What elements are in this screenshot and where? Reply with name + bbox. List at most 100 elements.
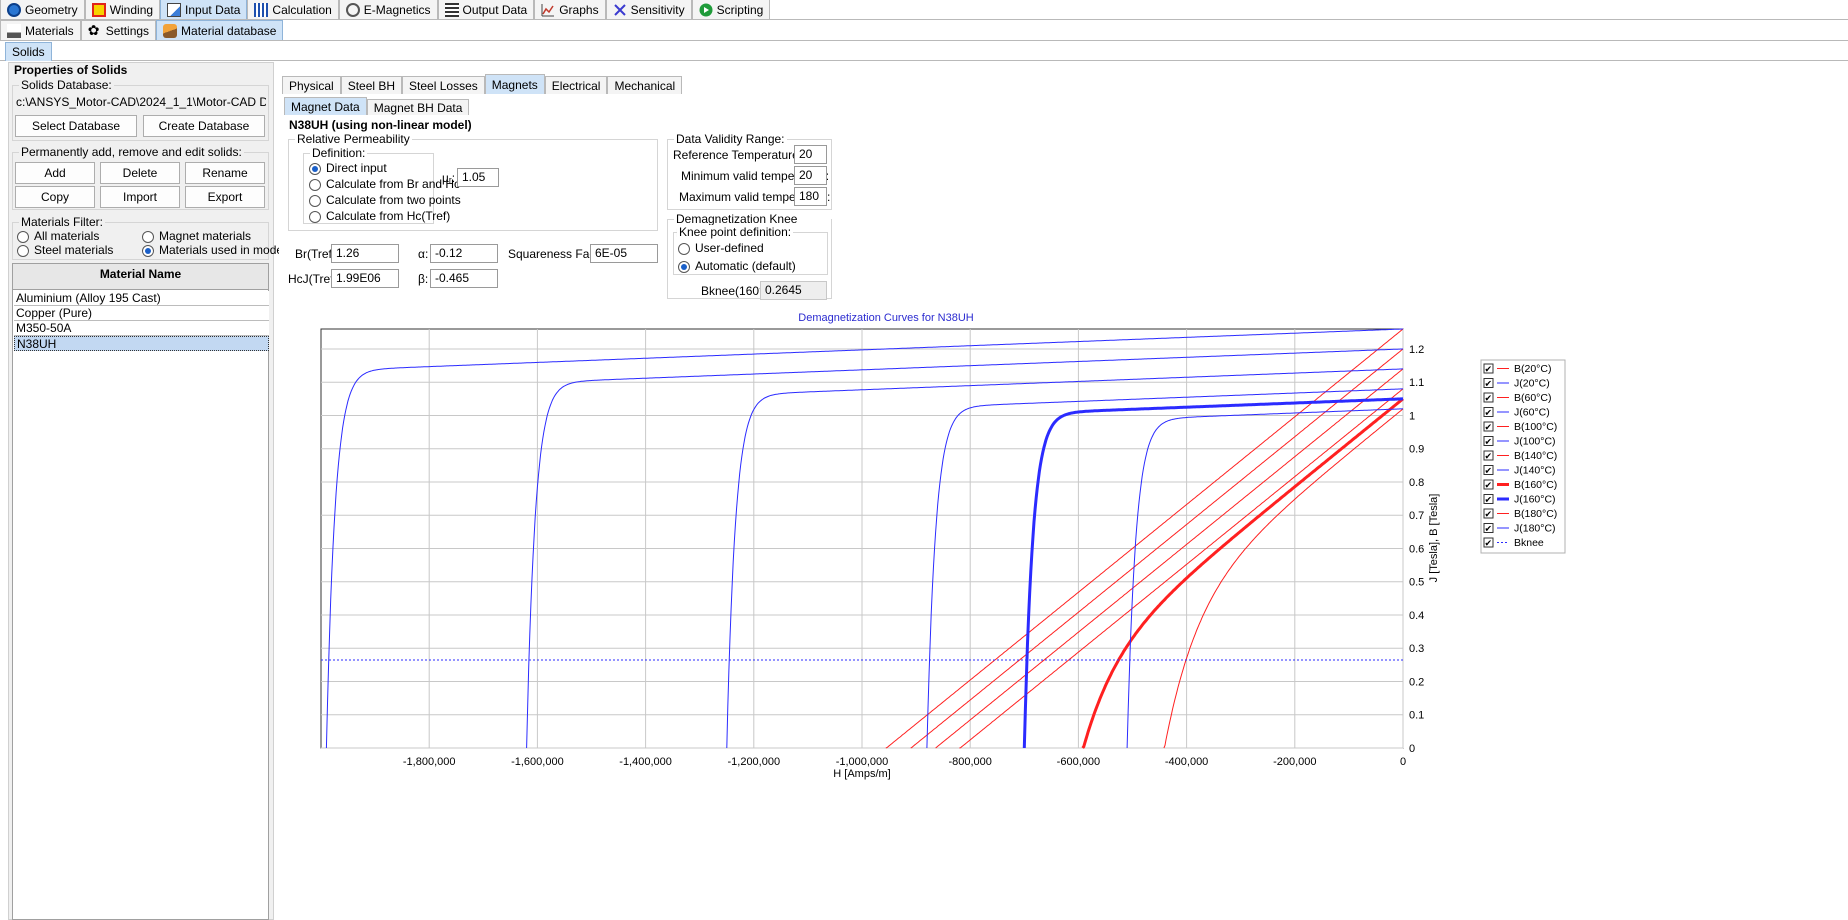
legend-label: J(20°C): [1514, 378, 1550, 390]
tab-physical[interactable]: Physical: [282, 76, 341, 94]
y-tick-label: 1.1: [1409, 377, 1424, 389]
tab-sensitivity[interactable]: Sensitivity: [605, 0, 692, 19]
tab-input-data[interactable]: Input Data: [160, 0, 248, 19]
filter-steel-radio[interactable]: Steel materials: [17, 243, 113, 257]
legend-label: J(180°C): [1514, 523, 1556, 535]
radio-selected-icon: [309, 162, 321, 175]
hcj-input[interactable]: 1.99E06: [331, 269, 399, 288]
definition-br-hc-radio[interactable]: Calculate from Br and Hc: [309, 177, 460, 191]
tab-material-database[interactable]: Material database: [156, 20, 284, 40]
secondary-tab-bar: Materials ✿ Settings Material database: [0, 20, 1848, 41]
import-button[interactable]: Import: [100, 186, 180, 208]
main-tab-bar: Geometry Winding Input Data Calculation …: [0, 0, 1848, 20]
checkmark-icon: ✔: [1485, 467, 1493, 477]
x-tick-label: -400,000: [1165, 756, 1208, 768]
y-tick-label: 0.7: [1409, 510, 1424, 522]
database-path: c:\ANSYS_Motor-CAD\2024_1_1\Motor-CAD Da…: [16, 95, 266, 109]
radio-icon: [309, 178, 321, 191]
tab-winding[interactable]: Winding: [84, 0, 161, 19]
y-tick-label: 1: [1409, 410, 1415, 422]
definition-hc-tref-radio[interactable]: Calculate from Hc(Tref): [309, 209, 450, 223]
rename-button[interactable]: Rename: [185, 162, 265, 184]
list-item-selected[interactable]: N38UH: [14, 336, 269, 351]
tab-output-data[interactable]: Output Data: [437, 0, 535, 19]
legend-label: B(60°C): [1514, 392, 1551, 404]
material-list-header[interactable]: Material Name: [13, 264, 268, 290]
squareness-input[interactable]: 6E-05: [590, 244, 658, 263]
x-tick-label: -600,000: [1057, 756, 1100, 768]
y-tick-label: 0.4: [1409, 610, 1424, 622]
tab-electrical[interactable]: Electrical: [544, 76, 608, 94]
radio-icon: [17, 244, 29, 257]
radio-icon: [309, 210, 321, 223]
select-database-button[interactable]: Select Database: [15, 115, 137, 137]
definition-two-points-radio[interactable]: Calculate from two points: [309, 193, 461, 207]
x-axis-label: H [Amps/m]: [833, 768, 890, 780]
list-item[interactable]: Aluminium (Alloy 195 Cast): [14, 291, 269, 306]
export-button[interactable]: Export: [185, 186, 265, 208]
y-tick-label: 0.5: [1409, 577, 1424, 589]
knee-user-radio[interactable]: User-defined: [678, 241, 764, 255]
e-magnetics-icon: [345, 2, 360, 17]
list-item[interactable]: M350-50A: [14, 321, 269, 336]
y-tick-label: 0: [1409, 743, 1415, 755]
tab-e-magnetics[interactable]: E-Magnetics: [338, 0, 438, 19]
create-database-button[interactable]: Create Database: [143, 115, 265, 137]
tab-graphs[interactable]: Graphs: [534, 0, 606, 19]
br-input[interactable]: 1.26: [331, 244, 399, 263]
tab-steel-bh[interactable]: Steel BH: [340, 76, 403, 94]
checkmark-icon: ✔: [1485, 365, 1493, 375]
filter-used-radio[interactable]: Materials used in model: [142, 243, 286, 257]
x-tick-label: -1,800,000: [403, 756, 456, 768]
demagnetization-chart: Demagnetization Curves for N38UH -1,800,…: [320, 312, 1566, 780]
x-tick-label: -800,000: [948, 756, 991, 768]
radio-selected-icon: [142, 244, 154, 257]
knee-auto-radio[interactable]: Automatic (default): [678, 259, 796, 273]
beta-input[interactable]: -0.465: [430, 269, 498, 288]
tab-mechanical[interactable]: Mechanical: [607, 76, 683, 94]
legend-label: J(60°C): [1514, 407, 1550, 419]
x-tick-label: -1,200,000: [727, 756, 780, 768]
alpha-label: α:: [418, 247, 429, 261]
list-item[interactable]: Copper (Pure): [14, 306, 269, 321]
legend-label: B(20°C): [1514, 363, 1551, 375]
tab-materials[interactable]: Materials: [0, 20, 81, 40]
material-database-icon: [163, 23, 178, 38]
checkmark-icon: ✔: [1485, 409, 1493, 419]
y-tick-label: 0.2: [1409, 676, 1424, 688]
tab-magnet-bh-data[interactable]: Magnet BH Data: [366, 99, 470, 115]
legend-label: J(140°C): [1514, 465, 1556, 477]
checkmark-icon: ✔: [1485, 380, 1493, 390]
y-tick-label: 0.1: [1409, 710, 1424, 722]
checkmark-icon: ✔: [1485, 423, 1493, 433]
tab-settings[interactable]: ✿ Settings: [80, 20, 157, 40]
radio-icon: [17, 230, 29, 243]
y-tick-label: 0.8: [1409, 477, 1424, 489]
min-temp-input[interactable]: 20: [794, 166, 827, 185]
checkmark-icon: ✔: [1485, 452, 1493, 462]
mu-input[interactable]: 1.05: [457, 168, 499, 187]
tab-calculation[interactable]: Calculation: [247, 0, 339, 19]
filter-magnet-radio[interactable]: Magnet materials: [142, 229, 251, 243]
x-tick-label: -1,000,000: [836, 756, 889, 768]
y-tick-label: 1.2: [1409, 344, 1424, 356]
filter-all-radio[interactable]: All materials: [17, 229, 99, 243]
alpha-input[interactable]: -0.12: [430, 244, 498, 263]
legend-label: B(140°C): [1514, 450, 1557, 462]
max-temp-input[interactable]: 180: [794, 187, 827, 206]
input-data-icon: [167, 2, 182, 17]
tab-geometry[interactable]: Geometry: [0, 0, 85, 19]
copy-button[interactable]: Copy: [15, 186, 95, 208]
add-button[interactable]: Add: [15, 162, 95, 184]
checkmark-icon: ✔: [1485, 481, 1493, 491]
tab-magnets[interactable]: Magnets: [484, 74, 545, 94]
delete-button[interactable]: Delete: [100, 162, 180, 184]
tab-solids[interactable]: Solids: [5, 42, 52, 61]
checkmark-icon: ✔: [1485, 539, 1493, 549]
tref-input[interactable]: 20: [794, 145, 827, 164]
tab-steel-losses[interactable]: Steel Losses: [402, 76, 485, 94]
tab-magnet-data[interactable]: Magnet Data: [284, 97, 367, 115]
tab-scripting[interactable]: Scripting: [691, 0, 771, 19]
definition-direct-radio[interactable]: Direct input: [309, 161, 387, 175]
winding-icon: [91, 2, 106, 17]
